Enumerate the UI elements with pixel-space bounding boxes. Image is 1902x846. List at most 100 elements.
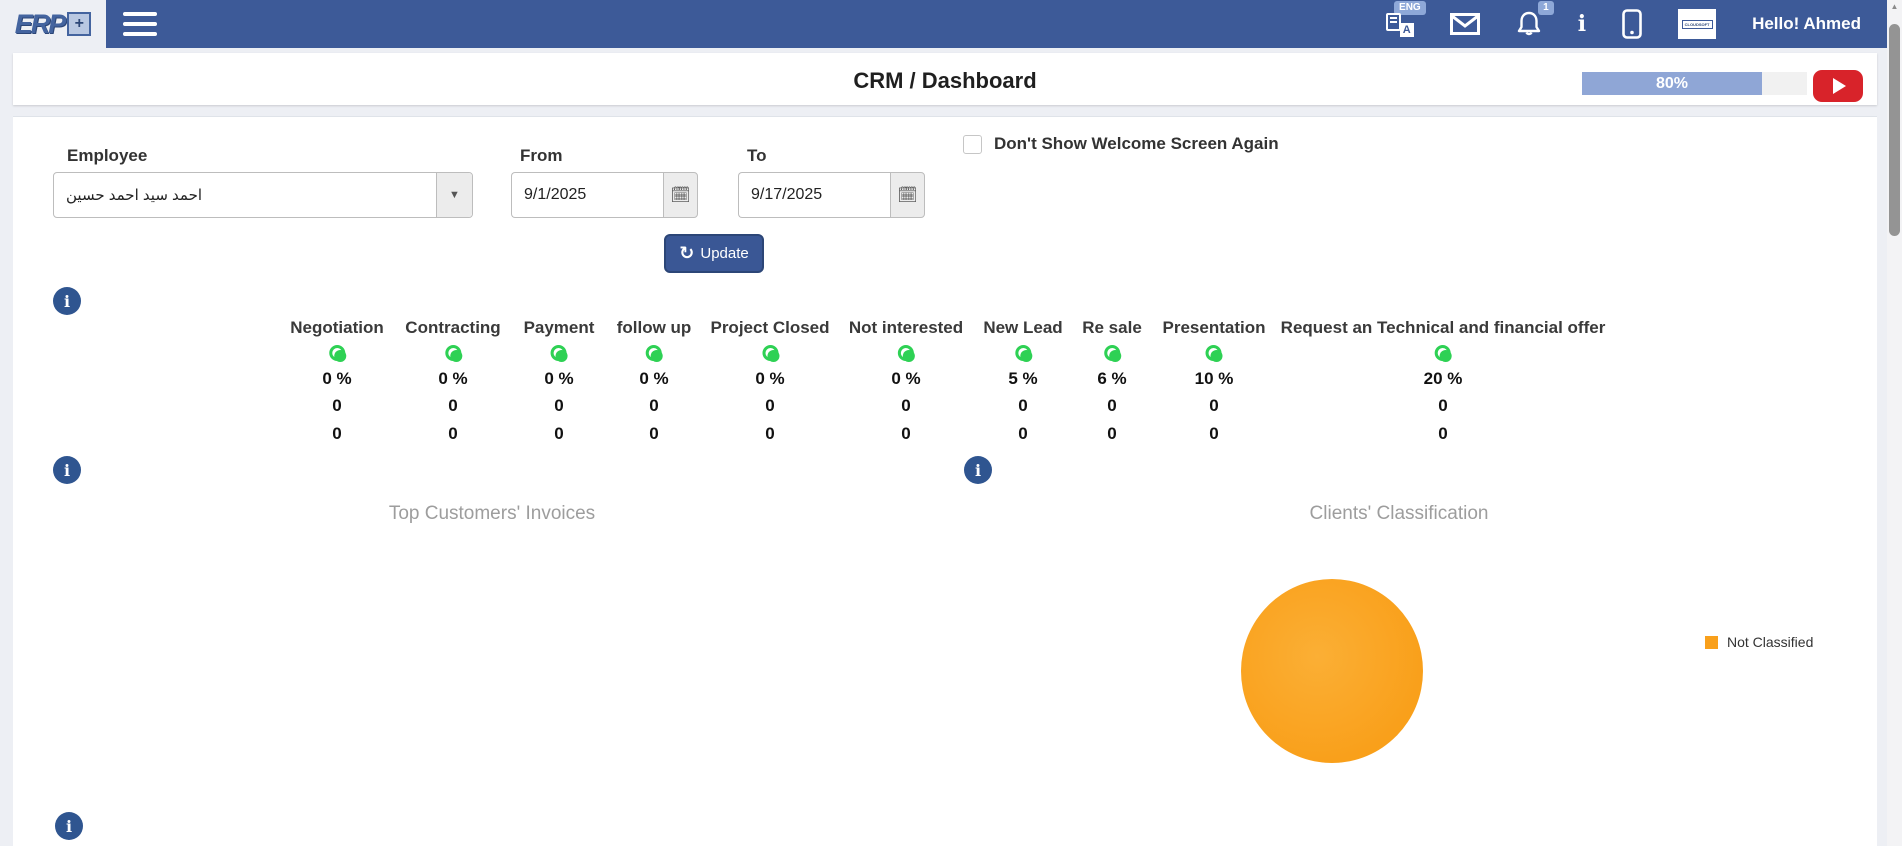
status-column-payment: Payment 0 % 0 0 xyxy=(524,318,595,452)
video-play-button[interactable] xyxy=(1813,70,1863,102)
translate-icon: A xyxy=(1386,11,1414,37)
status-count-1: 0 xyxy=(765,396,774,416)
menu-hamburger-icon[interactable] xyxy=(120,9,160,39)
status-label: Re sale xyxy=(1082,318,1142,338)
user-greeting[interactable]: Hello! Ahmed xyxy=(1752,14,1861,34)
crm-dashboard-page: ERP + ENG A 1 xyxy=(0,0,1902,846)
to-date-group: 9/17/2025 🗓 xyxy=(738,172,925,218)
status-column-follow-up: follow up 0 % 0 0 xyxy=(617,318,692,452)
invoices-info-icon[interactable]: i xyxy=(53,456,81,484)
bottom-info-icon[interactable]: i xyxy=(55,812,83,840)
calendar-icon[interactable]: 🗓 xyxy=(663,172,698,218)
employee-select[interactable]: احمد سيد احمد حسين ▼ xyxy=(53,172,473,218)
play-icon xyxy=(1833,78,1846,94)
employee-selected-value: احمد سيد احمد حسين xyxy=(54,173,436,217)
to-date-input[interactable]: 9/17/2025 xyxy=(738,172,890,218)
status-column-request-offer: Request an Technical and financial offer… xyxy=(1281,318,1606,452)
gauge-icon xyxy=(551,345,567,361)
gauge-icon xyxy=(898,345,914,361)
from-date-group: 9/1/2025 🗓 xyxy=(511,172,698,218)
status-percent: 0 % xyxy=(322,369,351,389)
status-count-1: 0 xyxy=(1018,396,1027,416)
navbar-actions: ENG A 1 i xyxy=(1386,9,1887,39)
status-count-2: 0 xyxy=(1107,424,1116,444)
app-logo[interactable]: ERP + xyxy=(0,0,106,48)
app-logo-text: ERP xyxy=(15,9,65,40)
chevron-down-icon[interactable]: ▼ xyxy=(436,173,472,217)
to-label: To xyxy=(747,146,767,166)
vertical-scrollbar[interactable]: ▲ xyxy=(1887,0,1902,846)
status-count-2: 0 xyxy=(554,424,563,444)
status-count-2: 0 xyxy=(765,424,774,444)
status-count-1: 0 xyxy=(448,396,457,416)
dashboard-card xyxy=(13,116,1877,846)
help-info-button[interactable]: i xyxy=(1578,11,1586,37)
from-date-input[interactable]: 9/1/2025 xyxy=(511,172,663,218)
mobile-phone-icon xyxy=(1622,9,1642,39)
scrollbar-thumb[interactable] xyxy=(1889,24,1900,236)
status-label: follow up xyxy=(617,318,692,338)
title-bar: CRM / Dashboard 80% xyxy=(13,53,1877,105)
status-label: Contracting xyxy=(405,318,500,338)
update-button-label: Update xyxy=(700,245,748,262)
notifications-button[interactable]: 1 xyxy=(1516,11,1542,37)
company-logo[interactable]: CLOUDSOFT xyxy=(1678,9,1716,39)
language-switcher[interactable]: ENG A xyxy=(1386,11,1414,37)
status-column-presentation: Presentation 10 % 0 0 xyxy=(1163,318,1266,452)
classification-pie-chart xyxy=(1241,579,1423,763)
status-count-2: 0 xyxy=(649,424,658,444)
status-count-1: 0 xyxy=(649,396,658,416)
status-count-1: 0 xyxy=(1209,396,1218,416)
mobile-app-button[interactable] xyxy=(1622,9,1642,39)
gauge-icon xyxy=(646,345,662,361)
status-percent: 0 % xyxy=(438,369,467,389)
pie-legend-item[interactable]: Not Classified xyxy=(1705,634,1813,650)
status-count-2: 0 xyxy=(448,424,457,444)
gauge-icon xyxy=(445,345,461,361)
invoices-chart-title: Top Customers' Invoices xyxy=(389,503,595,525)
status-count-1: 0 xyxy=(554,396,563,416)
status-column-re-sale: Re sale 6 % 0 0 xyxy=(1082,318,1142,452)
progress-bar: 80% xyxy=(1582,72,1807,95)
progress-label: 80% xyxy=(1656,75,1688,93)
status-count-1: 0 xyxy=(1107,396,1116,416)
status-label: Payment xyxy=(524,318,595,338)
welcome-screen-option: Don't Show Welcome Screen Again xyxy=(963,134,1279,154)
company-logo-text: CLOUDSOFT xyxy=(1682,20,1713,29)
gauge-icon xyxy=(762,345,778,361)
status-column-contracting: Contracting 0 % 0 0 xyxy=(405,318,500,452)
welcome-screen-label: Don't Show Welcome Screen Again xyxy=(994,134,1279,154)
from-label: From xyxy=(520,146,563,166)
bell-icon xyxy=(1516,11,1542,37)
status-percent: 10 % xyxy=(1195,369,1234,389)
gauge-icon xyxy=(1015,345,1031,361)
welcome-screen-checkbox[interactable] xyxy=(963,135,982,154)
legend-label: Not Classified xyxy=(1727,634,1813,650)
legend-swatch xyxy=(1705,636,1718,649)
status-percent: 0 % xyxy=(639,369,668,389)
progress-fill: 80% xyxy=(1582,72,1762,95)
status-count-1: 0 xyxy=(332,396,341,416)
classification-info-icon[interactable]: i xyxy=(964,456,992,484)
app-logo-plus-icon: + xyxy=(67,12,91,36)
envelope-icon xyxy=(1450,13,1480,35)
update-button[interactable]: ↻ Update xyxy=(664,234,764,273)
status-column-not-interested: Not interested 0 % 0 0 xyxy=(849,318,963,452)
info-icon: i xyxy=(1578,11,1586,37)
classification-chart-title: Clients' Classification xyxy=(1310,503,1489,525)
status-percent: 20 % xyxy=(1424,369,1463,389)
status-count-2: 0 xyxy=(901,424,910,444)
gauge-icon xyxy=(1435,345,1451,361)
status-label: Request an Technical and financial offer xyxy=(1281,318,1606,338)
gauge-icon xyxy=(329,345,345,361)
filters-info-icon[interactable]: i xyxy=(53,287,81,315)
scroll-up-arrow-icon[interactable]: ▲ xyxy=(1887,2,1902,11)
mail-button[interactable] xyxy=(1450,13,1480,35)
status-percent: 0 % xyxy=(544,369,573,389)
status-count-1: 0 xyxy=(1438,396,1447,416)
status-column-project-closed: Project Closed 0 % 0 0 xyxy=(710,318,829,452)
status-count-2: 0 xyxy=(1018,424,1027,444)
status-percent: 0 % xyxy=(755,369,784,389)
status-percent: 5 % xyxy=(1008,369,1037,389)
calendar-icon[interactable]: 🗓 xyxy=(890,172,925,218)
